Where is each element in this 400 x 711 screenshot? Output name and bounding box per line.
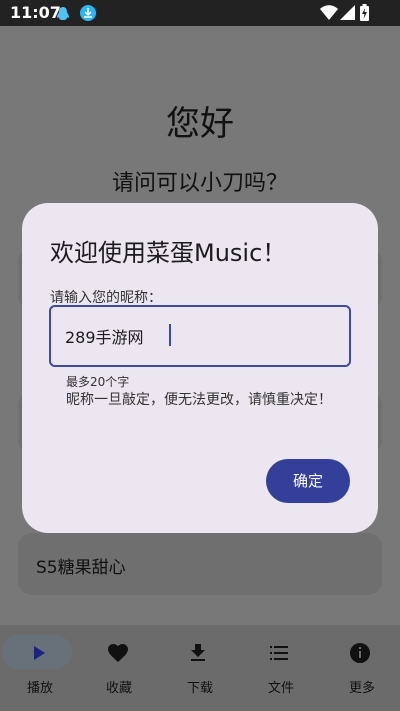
nickname-field[interactable] xyxy=(49,305,351,367)
dialog-title: 欢迎使用菜蛋Music！ xyxy=(50,239,287,267)
nav-item-files[interactable]: 文件 xyxy=(241,625,321,711)
heart-icon xyxy=(108,644,128,662)
greeting-subtitle: 请问可以小刀吗？ xyxy=(111,171,288,196)
bottom-navigation: 播放 收藏 下载 文件 更多 xyxy=(0,625,400,711)
nav-item-play[interactable]: 播放 xyxy=(0,625,80,711)
play-icon xyxy=(34,646,45,660)
confirm-button[interactable]: 确定 xyxy=(266,459,350,503)
nickname-field-label: 请输入您的昵称： xyxy=(50,290,162,306)
song-card-label: S5糖果甜心 xyxy=(36,558,126,578)
download-icon xyxy=(80,5,96,25)
info-icon xyxy=(350,643,370,663)
nav-item-label: 播放 xyxy=(26,681,53,696)
nav-item-downloads[interactable]: 下载 xyxy=(160,625,240,711)
nav-item-favorites[interactable]: 收藏 xyxy=(79,625,159,711)
nav-item-label: 收藏 xyxy=(105,681,132,696)
qq-notification-icon xyxy=(56,6,70,26)
nickname-warning: 昵称一旦敲定，便无法更改，请慎重决定！ xyxy=(66,392,332,408)
download-icon xyxy=(191,644,205,661)
nickname-dialog: 欢迎使用菜蛋Music！ 请输入您的昵称： 最多20个字 昵称一旦敲定，便无法更… xyxy=(22,203,378,533)
greeting-title: 您好 xyxy=(166,104,234,144)
nav-item-label: 文件 xyxy=(267,681,294,696)
status-bar: 11:07 xyxy=(0,0,400,26)
text-cursor xyxy=(169,324,171,346)
signal-icon xyxy=(340,5,355,24)
wifi-icon xyxy=(320,5,338,24)
nav-item-label: 更多 xyxy=(348,681,375,696)
status-time: 11:07 xyxy=(10,3,61,22)
nickname-input[interactable] xyxy=(65,324,325,348)
list-icon xyxy=(270,646,288,660)
nickname-length-hint: 最多20个字 xyxy=(66,375,130,389)
battery-icon xyxy=(360,4,369,25)
nav-item-more[interactable]: 更多 xyxy=(322,625,400,711)
nav-item-label: 下载 xyxy=(186,681,213,696)
song-card[interactable]: S5糖果甜心 xyxy=(18,533,382,595)
